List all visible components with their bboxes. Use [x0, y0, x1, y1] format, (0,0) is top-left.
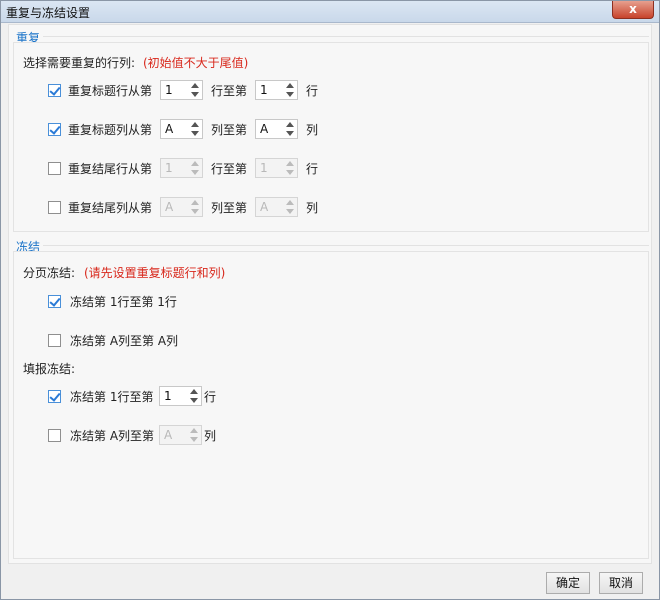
paging-freeze-col-label: 冻结第 A列至第 A列	[70, 334, 179, 348]
paging-freeze-row-checkbox[interactable]	[48, 295, 61, 308]
repeat-title-col-mid-label: 列至第	[211, 123, 248, 137]
arrow-up-icon[interactable]	[191, 161, 199, 166]
stepper-value: 1	[165, 83, 173, 97]
repeat-title-col-checkbox[interactable]	[48, 123, 61, 136]
repeat-title-row-suffix: 行	[306, 84, 319, 98]
repeat-title-row-label: 重复标题行从第	[68, 84, 153, 98]
fill-freeze-col-checkbox[interactable]	[48, 429, 61, 442]
repeat-section-divider	[43, 36, 649, 37]
stepper-value: A	[164, 428, 173, 442]
arrow-down-icon[interactable]	[286, 170, 294, 175]
arrow-up-icon[interactable]	[191, 200, 199, 205]
repeat-end-col-suffix: 列	[306, 201, 319, 215]
paging-freeze-hint: (请先设置重复标题行和列)	[84, 266, 226, 280]
arrow-up-icon[interactable]	[286, 83, 294, 88]
paging-freeze-label: 分页冻结:	[23, 266, 76, 280]
fill-freeze-row-label: 冻结第 1行至第	[70, 390, 154, 404]
freeze-section-divider	[43, 245, 649, 246]
repeat-end-col-from-stepper[interactable]: A	[160, 197, 203, 217]
repeat-prompt-hint: (初始值不大于尾值)	[143, 56, 249, 70]
fill-freeze-col-stepper[interactable]: A	[159, 425, 202, 445]
arrow-up-icon[interactable]	[286, 122, 294, 127]
fill-freeze-row-checkbox[interactable]	[48, 390, 61, 403]
arrow-down-icon[interactable]	[190, 398, 198, 403]
arrow-down-icon[interactable]	[191, 92, 199, 97]
fill-freeze-label: 填报冻结:	[23, 362, 76, 376]
repeat-end-row-checkbox[interactable]	[48, 162, 61, 175]
arrow-up-icon[interactable]	[191, 83, 199, 88]
stepper-value: A	[260, 200, 269, 214]
repeat-title-col-to-stepper[interactable]: A	[255, 119, 298, 139]
fill-freeze-row-suffix: 行	[204, 390, 217, 404]
repeat-title-col-suffix: 列	[306, 123, 319, 137]
arrow-up-icon[interactable]	[286, 161, 294, 166]
arrow-up-icon[interactable]	[190, 428, 198, 433]
repeat-end-row-suffix: 行	[306, 162, 319, 176]
repeat-title-row-from-stepper[interactable]: 1	[160, 80, 203, 100]
freeze-repeat-dialog: 重复与冻结设置 x 重复 选择需要重复的行列: (初始值不大于尾值) 重复标题行…	[0, 0, 660, 600]
repeat-title-row-to-stepper[interactable]: 1	[255, 80, 298, 100]
arrow-down-icon[interactable]	[191, 170, 199, 175]
paging-freeze-col-checkbox[interactable]	[48, 334, 61, 347]
repeat-end-row-mid-label: 行至第	[211, 162, 248, 176]
arrow-down-icon[interactable]	[286, 92, 294, 97]
stepper-value: A	[165, 122, 174, 136]
arrow-up-icon[interactable]	[191, 122, 199, 127]
close-button[interactable]: x	[612, 1, 654, 19]
ok-button[interactable]: 确定	[546, 572, 590, 594]
cancel-button[interactable]: 取消	[599, 572, 643, 594]
paging-freeze-row-label: 冻结第 1行至第 1行	[70, 295, 177, 309]
repeat-title-col-from-stepper[interactable]: A	[160, 119, 203, 139]
repeat-prompt-label: 选择需要重复的行列:	[23, 56, 136, 70]
repeat-end-col-label: 重复结尾列从第	[68, 201, 153, 215]
arrow-down-icon[interactable]	[286, 209, 294, 214]
repeat-end-col-mid-label: 列至第	[211, 201, 248, 215]
stepper-value: 1	[165, 161, 173, 175]
stepper-value: 1	[260, 83, 268, 97]
repeat-title-row-checkbox[interactable]	[48, 84, 61, 97]
arrow-down-icon[interactable]	[286, 131, 294, 136]
repeat-end-row-from-stepper[interactable]: 1	[160, 158, 203, 178]
title-bar[interactable]: 重复与冻结设置 x	[1, 1, 659, 23]
close-icon: x	[629, 2, 637, 16]
arrow-down-icon[interactable]	[190, 437, 198, 442]
arrow-down-icon[interactable]	[191, 209, 199, 214]
arrow-down-icon[interactable]	[191, 131, 199, 136]
stepper-value: 1	[260, 161, 268, 175]
repeat-end-row-to-stepper[interactable]: 1	[255, 158, 298, 178]
fill-freeze-col-label: 冻结第 A列至第	[70, 429, 155, 443]
repeat-end-col-to-stepper[interactable]: A	[255, 197, 298, 217]
repeat-end-col-checkbox[interactable]	[48, 201, 61, 214]
arrow-up-icon[interactable]	[286, 200, 294, 205]
repeat-end-row-label: 重复结尾行从第	[68, 162, 153, 176]
repeat-title-col-label: 重复标题列从第	[68, 123, 153, 137]
stepper-value: 1	[164, 389, 172, 403]
stepper-value: A	[260, 122, 269, 136]
fill-freeze-row-stepper[interactable]: 1	[159, 386, 202, 406]
dialog-content: 重复 选择需要重复的行列: (初始值不大于尾值) 重复标题行从第 1 行至第 1…	[8, 24, 652, 564]
stepper-value: A	[165, 200, 174, 214]
arrow-up-icon[interactable]	[190, 389, 198, 394]
fill-freeze-col-suffix: 列	[204, 429, 217, 443]
window-title: 重复与冻结设置	[6, 6, 91, 20]
repeat-title-row-mid-label: 行至第	[211, 84, 248, 98]
